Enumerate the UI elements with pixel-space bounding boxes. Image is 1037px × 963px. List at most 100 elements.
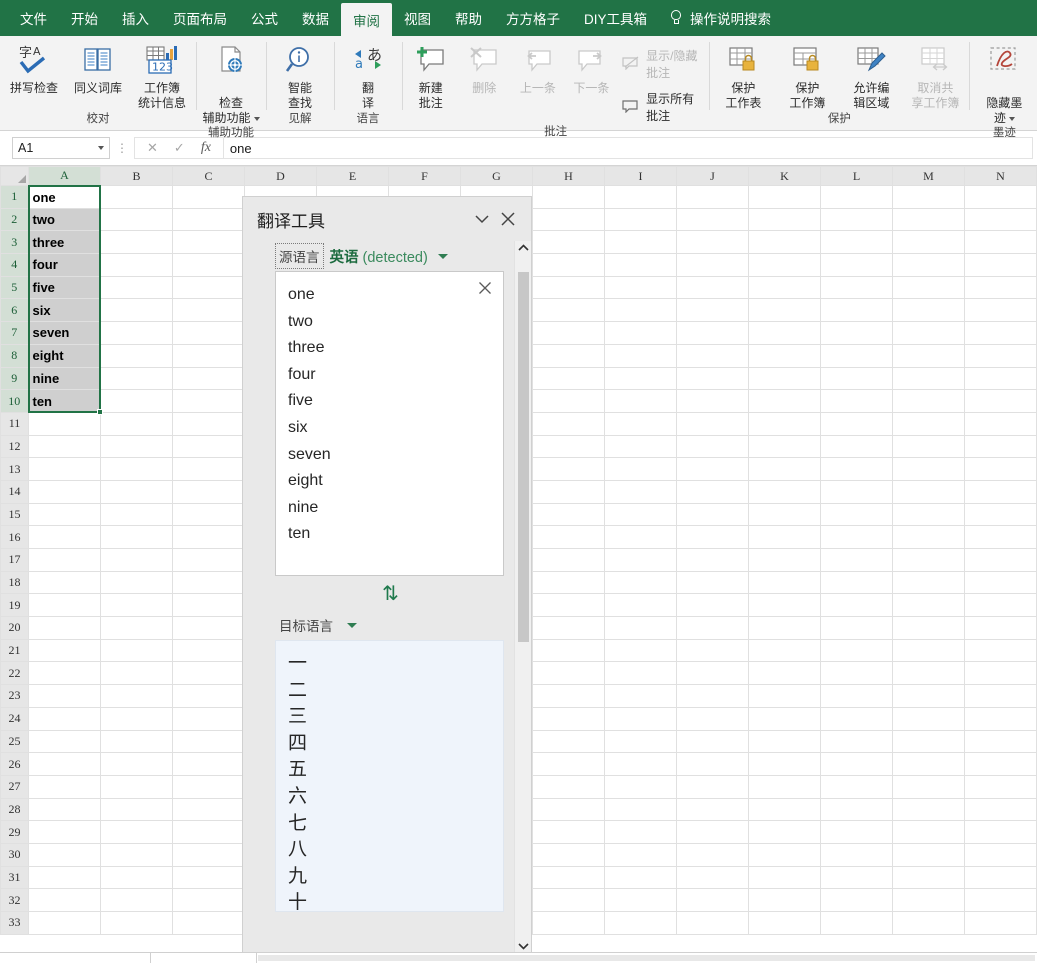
cell-H8[interactable]: [532, 343, 605, 368]
cell-H28[interactable]: [532, 797, 605, 822]
cell-L19[interactable]: [820, 593, 893, 618]
cell-C21[interactable]: [172, 638, 245, 663]
cell-L4[interactable]: [820, 253, 893, 277]
row-header-18[interactable]: 18: [0, 570, 29, 595]
cell-K27[interactable]: [748, 774, 821, 799]
cell-J22[interactable]: [676, 661, 749, 686]
cell-M26[interactable]: [892, 752, 965, 776]
cell-N15[interactable]: [964, 502, 1037, 527]
cell-M6[interactable]: [892, 298, 965, 323]
cell-B18[interactable]: [100, 570, 173, 595]
cell-J19[interactable]: [676, 593, 749, 618]
cell-A1[interactable]: one: [28, 185, 101, 209]
cell-A32[interactable]: [28, 888, 101, 912]
cell-B22[interactable]: [100, 661, 173, 686]
cell-I8[interactable]: [604, 343, 677, 368]
cell-L2[interactable]: [820, 207, 893, 232]
column-header-j[interactable]: J: [676, 166, 749, 186]
cell-N14[interactable]: [964, 479, 1037, 504]
cell-L9[interactable]: [820, 366, 893, 391]
cell-M8[interactable]: [892, 343, 965, 368]
row-header-6[interactable]: 6: [0, 298, 30, 323]
cell-B14[interactable]: [100, 479, 173, 504]
cell-K3[interactable]: [748, 230, 821, 255]
cell-C20[interactable]: [172, 616, 245, 640]
cell-I5[interactable]: [604, 275, 677, 300]
cell-A3[interactable]: three: [28, 230, 101, 255]
target-language-chevron-down-icon[interactable]: [347, 622, 357, 628]
cell-N33[interactable]: [964, 911, 1037, 935]
cell-H13[interactable]: [532, 457, 605, 481]
cell-K29[interactable]: [748, 820, 821, 844]
cell-K17[interactable]: [748, 548, 821, 572]
cell-M28[interactable]: [892, 797, 965, 822]
cell-L33[interactable]: [820, 911, 893, 935]
cell-K20[interactable]: [748, 616, 821, 640]
cell-A33[interactable]: [28, 911, 101, 935]
cell-A17[interactable]: [28, 548, 101, 572]
cell-B9[interactable]: [100, 366, 173, 391]
cell-H9[interactable]: [532, 366, 605, 391]
cell-J33[interactable]: [676, 911, 749, 935]
cell-H12[interactable]: [532, 434, 605, 459]
cell-B24[interactable]: [100, 706, 173, 731]
row-header-27[interactable]: 27: [0, 774, 29, 799]
cell-A5[interactable]: five: [28, 275, 101, 300]
cell-M16[interactable]: [892, 525, 965, 549]
column-header-l[interactable]: L: [820, 166, 893, 186]
cell-B6[interactable]: [100, 298, 173, 323]
cancel-icon[interactable]: ✕: [147, 140, 158, 156]
protect-workbook-button[interactable]: 保护 工作簿: [775, 40, 839, 111]
cell-K1[interactable]: [748, 185, 821, 209]
cell-M4[interactable]: [892, 253, 965, 277]
cell-C7[interactable]: [172, 321, 245, 345]
cell-C12[interactable]: [172, 434, 245, 459]
cell-C32[interactable]: [172, 888, 245, 912]
cell-H24[interactable]: [532, 706, 605, 731]
cell-K4[interactable]: [748, 253, 821, 277]
ribbon-tab-shitu[interactable]: 视图: [392, 0, 443, 36]
protect-sheet-button[interactable]: 保护 工作表: [711, 40, 775, 111]
cell-H23[interactable]: [532, 684, 605, 708]
tell-me-search[interactable]: 操作说明搜索: [659, 0, 781, 36]
cell-N24[interactable]: [964, 706, 1037, 731]
column-header-e[interactable]: E: [316, 166, 389, 186]
column-header-d[interactable]: D: [244, 166, 317, 186]
column-header-n[interactable]: N: [964, 166, 1037, 186]
cell-M12[interactable]: [892, 434, 965, 459]
row-header-32[interactable]: 32: [0, 888, 29, 912]
cell-M24[interactable]: [892, 706, 965, 731]
cell-J21[interactable]: [676, 638, 749, 663]
cell-K25[interactable]: [748, 729, 821, 754]
cell-H14[interactable]: [532, 479, 605, 504]
cell-I9[interactable]: [604, 366, 677, 391]
cell-M14[interactable]: [892, 479, 965, 504]
scrollbar-thumb[interactable]: [517, 272, 529, 642]
cell-H4[interactable]: [532, 253, 605, 277]
cell-I32[interactable]: [604, 888, 677, 912]
cell-N19[interactable]: [964, 593, 1037, 618]
cell-C10[interactable]: [172, 389, 245, 413]
chevron-down-icon[interactable]: [98, 146, 104, 150]
cell-N29[interactable]: [964, 820, 1037, 844]
cell-H30[interactable]: [532, 842, 605, 867]
row-header-22[interactable]: 22: [0, 661, 29, 686]
row-header-12[interactable]: 12: [0, 434, 29, 459]
cell-H19[interactable]: [532, 593, 605, 618]
cell-K12[interactable]: [748, 434, 821, 459]
cell-K26[interactable]: [748, 752, 821, 776]
cell-A31[interactable]: [28, 865, 101, 890]
cell-L25[interactable]: [820, 729, 893, 754]
cell-K5[interactable]: [748, 275, 821, 300]
column-header-k[interactable]: K: [748, 166, 821, 186]
cell-J25[interactable]: [676, 729, 749, 754]
cell-L6[interactable]: [820, 298, 893, 323]
cell-L8[interactable]: [820, 343, 893, 368]
cell-A12[interactable]: [28, 434, 101, 459]
cell-K10[interactable]: [748, 389, 821, 413]
cell-A11[interactable]: [28, 411, 101, 436]
column-header-c[interactable]: C: [172, 166, 245, 186]
cell-L28[interactable]: [820, 797, 893, 822]
cell-J29[interactable]: [676, 820, 749, 844]
cell-H26[interactable]: [532, 752, 605, 776]
